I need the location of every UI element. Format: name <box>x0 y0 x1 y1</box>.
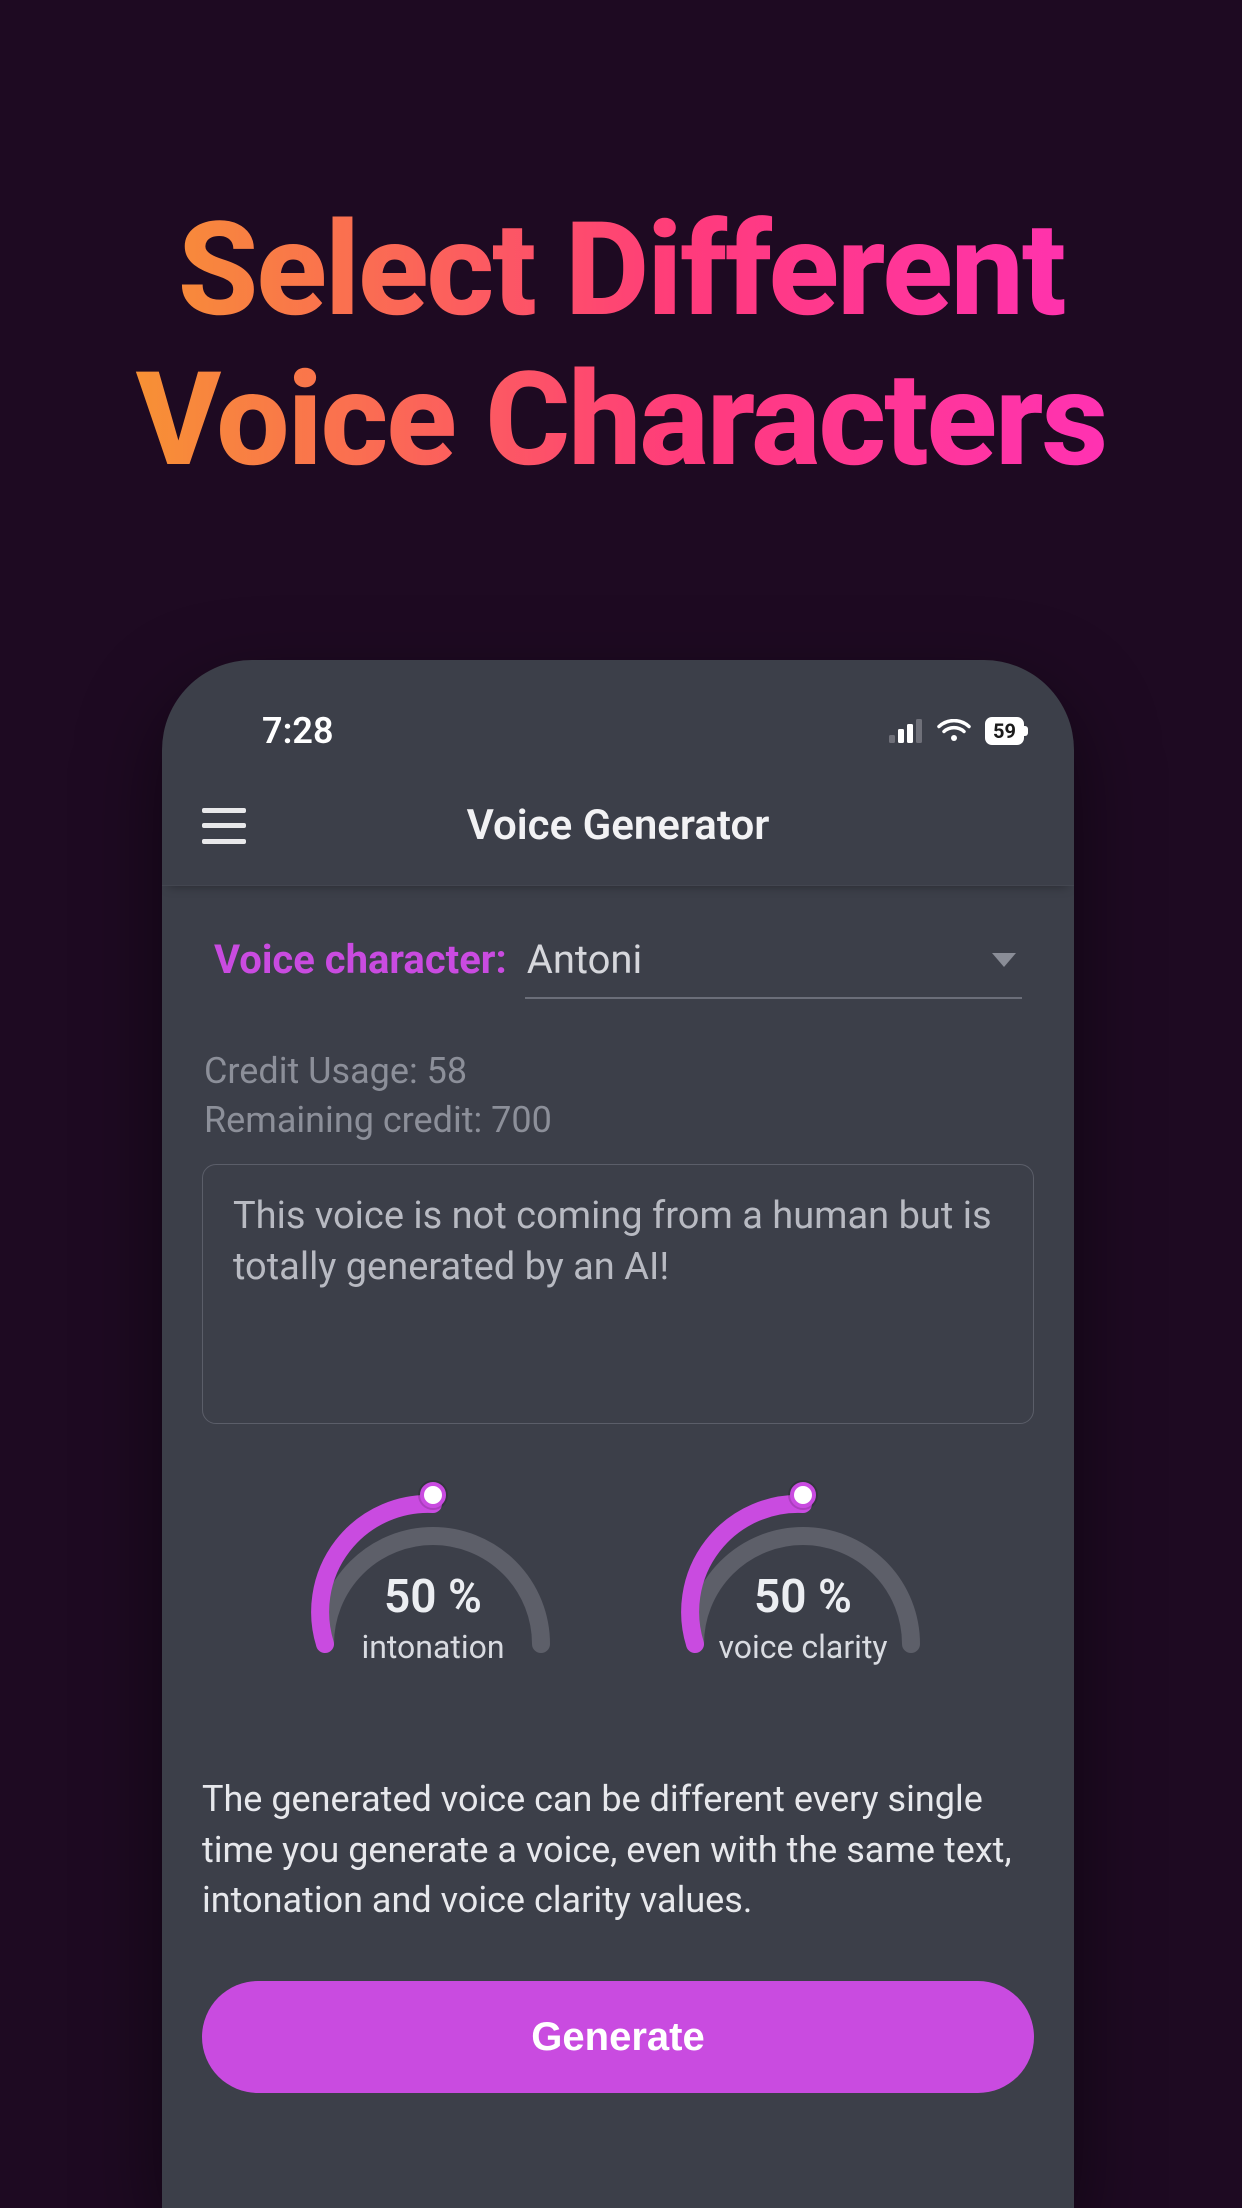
disclaimer-note: The generated voice can be different eve… <box>202 1774 1034 1925</box>
headline-line-2: Voice Characters <box>136 343 1106 496</box>
phone-frame: 7:28 59 <box>162 660 1074 2208</box>
credit-info: Credit Usage: 58 Remaining credit: 700 <box>202 1047 1034 1144</box>
wifi-icon <box>937 719 971 743</box>
battery-icon: 59 <box>985 717 1024 745</box>
credit-remaining-label: Remaining credit: <box>204 1099 482 1141</box>
voice-character-row: Voice character: Antoni <box>202 926 1034 999</box>
menu-button[interactable] <box>202 808 246 844</box>
screen-body: Voice character: Antoni Credit Usage: 58… <box>162 886 1074 2093</box>
voice-clarity-gauge[interactable]: 50 % voice clarity <box>663 1474 943 1674</box>
credit-usage-line: Credit Usage: 58 <box>204 1047 1034 1096</box>
status-time: 7:28 <box>262 710 334 752</box>
intonation-gauge-center: 50 % intonation <box>293 1570 573 1666</box>
credit-remaining-line: Remaining credit: 700 <box>204 1096 1034 1145</box>
cellular-signal-icon <box>889 719 923 743</box>
credit-usage-value: 58 <box>427 1050 467 1092</box>
voice-clarity-gauge-knob[interactable] <box>790 1482 816 1508</box>
status-icons: 59 <box>889 717 1024 745</box>
voice-character-selected: Antoni <box>527 936 643 983</box>
voice-clarity-value: 50 % <box>663 1570 943 1624</box>
voice-clarity-gauge-center: 50 % voice clarity <box>663 1570 943 1666</box>
text-to-speak-value: This voice is not coming from a human bu… <box>233 1194 992 1289</box>
generate-button[interactable]: Generate <box>202 1981 1034 2093</box>
intonation-gauge[interactable]: 50 % intonation <box>293 1474 573 1674</box>
marketing-headline: Select Different Voice Characters <box>0 195 1242 494</box>
credit-remaining-value: 700 <box>491 1099 552 1141</box>
voice-clarity-label: voice clarity <box>663 1628 943 1666</box>
voice-character-label: Voice character: <box>214 936 507 983</box>
chevron-down-icon <box>992 953 1016 967</box>
page-title: Voice Generator <box>162 801 1074 850</box>
intonation-value: 50 % <box>293 1570 573 1624</box>
navbar: Voice Generator <box>162 766 1074 886</box>
intonation-label: intonation <box>293 1628 573 1666</box>
intonation-gauge-knob[interactable] <box>420 1482 446 1508</box>
voice-character-select[interactable]: Antoni <box>525 936 1022 999</box>
credit-usage-label: Credit Usage: <box>204 1050 418 1092</box>
status-bar: 7:28 59 <box>162 696 1074 766</box>
hamburger-icon <box>202 808 246 813</box>
text-to-speak-input[interactable]: This voice is not coming from a human bu… <box>202 1164 1034 1424</box>
headline-line-1: Select Different <box>178 193 1065 346</box>
battery-percent: 59 <box>993 719 1016 743</box>
gauges-row: 50 % intonation 50 % voice clarity <box>202 1474 1034 1674</box>
